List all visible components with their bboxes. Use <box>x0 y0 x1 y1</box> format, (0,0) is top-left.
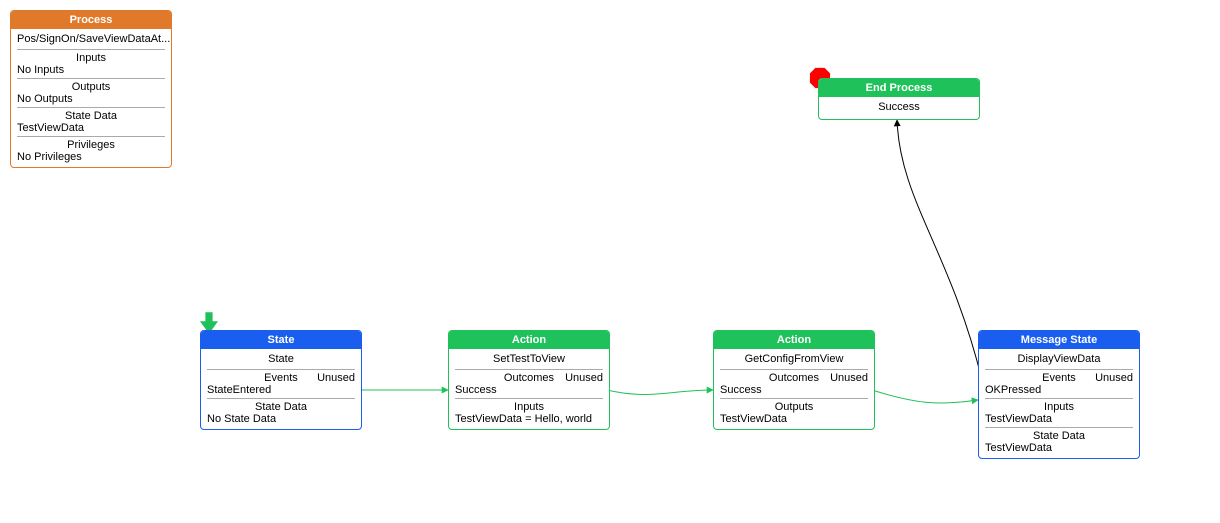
process-privileges-value: No Privileges <box>17 151 165 163</box>
state-statedata-value: No State Data <box>207 413 355 425</box>
edge-action1-action2 <box>607 390 713 394</box>
state-events-value: StateEntered <box>207 384 355 396</box>
msgstate-unused: Unused <box>1095 372 1133 384</box>
action2-header: Action <box>714 331 874 349</box>
diagram-canvas[interactable]: Process Pos/SignOn/SaveViewDataAt... Inp… <box>0 0 1220 523</box>
process-privileges-label: Privileges <box>17 139 165 151</box>
state-title: State <box>207 351 355 367</box>
state-header: State <box>201 331 361 349</box>
process-statedata-label: State Data <box>17 110 165 122</box>
msgstate-title: DisplayViewData <box>985 351 1133 367</box>
action1-outcomes-value: Success <box>455 384 603 396</box>
message-state-node[interactable]: Message State DisplayViewData Unused Eve… <box>978 330 1140 459</box>
msgstate-events-value: OKPressed <box>985 384 1133 396</box>
end-header: End Process <box>819 79 979 97</box>
action1-unused: Unused <box>565 372 603 384</box>
action2-outputs-value: TestViewData <box>720 413 868 425</box>
process-outputs-label: Outputs <box>17 81 165 93</box>
action1-inputs-label: Inputs <box>455 401 603 413</box>
action2-title: GetConfigFromView <box>720 351 868 367</box>
msgstate-statedata-value: TestViewData <box>985 442 1133 454</box>
process-outputs-value: No Outputs <box>17 93 165 105</box>
msgstate-inputs-label: Inputs <box>985 401 1133 413</box>
action1-title: SetTestToView <box>455 351 603 367</box>
edge-msgstate-end <box>897 120 982 380</box>
state-unused: Unused <box>317 372 355 384</box>
state-node[interactable]: State State Unused Events StateEntered S… <box>200 330 362 430</box>
action2-unused: Unused <box>830 372 868 384</box>
msgstate-statedata-label: State Data <box>985 430 1133 442</box>
msgstate-inputs-value: TestViewData <box>985 413 1133 425</box>
process-statedata-value: TestViewData <box>17 122 165 134</box>
end-process-node[interactable]: End Process Success <box>818 78 980 120</box>
action1-header: Action <box>449 331 609 349</box>
action-node-1[interactable]: Action SetTestToView Unused Outcomes Suc… <box>448 330 610 430</box>
state-statedata-label: State Data <box>207 401 355 413</box>
action2-outputs-label: Outputs <box>720 401 868 413</box>
action2-outcomes-value: Success <box>720 384 868 396</box>
msgstate-header: Message State <box>979 331 1139 349</box>
process-inputs-value: No Inputs <box>17 64 165 76</box>
action1-inputs-value: TestViewData = Hello, world <box>455 413 603 425</box>
end-title: Success <box>825 99 973 115</box>
process-header: Process <box>11 11 171 29</box>
process-node[interactable]: Process Pos/SignOn/SaveViewDataAt... Inp… <box>10 10 172 168</box>
process-inputs-label: Inputs <box>17 52 165 64</box>
action-node-2[interactable]: Action GetConfigFromView Unused Outcomes… <box>713 330 875 430</box>
process-title: Pos/SignOn/SaveViewDataAt... <box>17 31 165 47</box>
edge-action2-msgstate <box>872 390 978 403</box>
